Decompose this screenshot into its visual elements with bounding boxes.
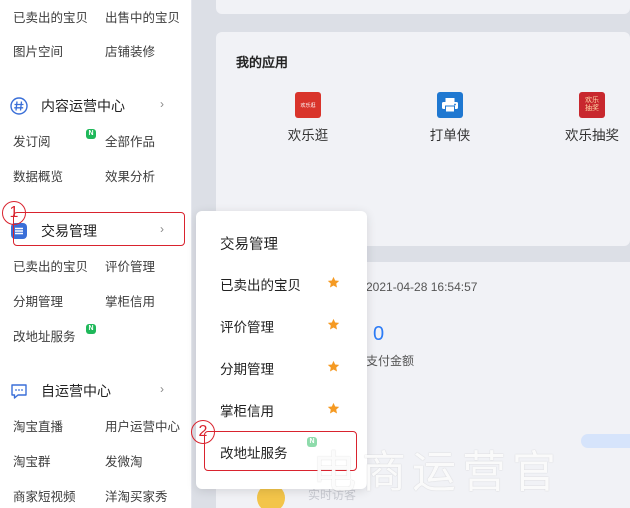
sidebar-link-taobao-group[interactable]: 淘宝群	[13, 451, 51, 470]
popup-item-shop-credit[interactable]: 掌柜信用	[220, 400, 274, 420]
sidebar: 已卖出的宝贝 出售中的宝贝 图片空间 店铺装修 内容运营中心 › 发订阅 N 全…	[0, 0, 192, 508]
chat-icon	[10, 382, 28, 400]
sidebar-link-merchant-short-video[interactable]: 商家短视频	[13, 486, 76, 505]
chevron-right-icon[interactable]: ›	[160, 382, 164, 396]
star-icon[interactable]	[327, 276, 340, 289]
star-icon[interactable]	[327, 402, 340, 415]
payment-amount-value: 0	[373, 323, 385, 345]
sidebar-link-sold-items[interactable]: 已卖出的宝贝	[13, 7, 88, 26]
popup-item-installment-management[interactable]: 分期管理	[220, 358, 274, 378]
sidebar-link-publish-subscription[interactable]: 发订阅	[13, 131, 51, 150]
top-card-edge	[216, 0, 630, 14]
star-icon[interactable]	[327, 318, 340, 331]
sidebar-link-post-weitao[interactable]: 发微淘	[105, 451, 143, 470]
highlight-box-trade-management	[13, 212, 185, 246]
app-happy-lottery[interactable]: 欢乐抽奖 欢乐抽奖	[547, 92, 630, 144]
sidebar-link-items-on-sale[interactable]: 出售中的宝贝	[105, 7, 180, 26]
lottery-icon: 欢乐抽奖	[579, 92, 605, 118]
sidebar-link-review-management[interactable]: 评价管理	[105, 256, 155, 275]
new-badge: N	[86, 129, 96, 139]
sidebar-link-data-overview[interactable]: 数据概览	[13, 166, 63, 185]
happy-shopping-icon: 欢乐逛	[295, 92, 321, 118]
sidebar-link-shop-credit[interactable]: 掌柜信用	[105, 291, 155, 310]
app-label: 打单侠	[429, 128, 471, 143]
popup-item-review-management[interactable]: 评价管理	[220, 316, 274, 336]
app-label: 欢乐抽奖	[565, 128, 619, 143]
sidebar-link-shop-decoration[interactable]: 店铺装修	[105, 41, 155, 60]
sidebar-link-taobao-live[interactable]: 淘宝直播	[13, 416, 63, 435]
popup-title: 交易管理	[220, 237, 278, 253]
sidebar-section-content-center[interactable]: 内容运营中心	[10, 96, 125, 116]
chevron-right-icon[interactable]: ›	[160, 97, 164, 111]
new-badge: N	[86, 324, 96, 334]
printer-icon	[437, 92, 463, 118]
sidebar-link-user-operation-center[interactable]: 用户运营中心	[105, 416, 180, 435]
section-title: 自运营中心	[41, 383, 111, 399]
watermark: 电商运营官	[312, 447, 562, 498]
my-apps-title: 我的应用	[236, 55, 289, 70]
stats-update-time: 2021-04-28 16:54:57	[366, 280, 478, 294]
sidebar-link-image-space[interactable]: 图片空间	[13, 41, 63, 60]
step-number-2: 2	[191, 420, 215, 444]
hash-icon	[10, 97, 28, 115]
star-icon[interactable]	[327, 360, 340, 373]
sidebar-link-trade-sold-items[interactable]: 已卖出的宝贝	[13, 256, 88, 275]
sidebar-link-address-change-service[interactable]: 改地址服务	[13, 326, 76, 345]
sidebar-link-effect-analysis[interactable]: 效果分析	[105, 166, 155, 185]
sidebar-section-self-operation-center[interactable]: 自运营中心	[10, 381, 111, 401]
app-label: 欢乐逛	[287, 128, 329, 143]
sidebar-link-installment-management[interactable]: 分期管理	[13, 291, 63, 310]
sidebar-link-all-works[interactable]: 全部作品	[105, 131, 155, 150]
app-order-printer[interactable]: 打单侠	[405, 92, 495, 144]
step-number-1: 1	[2, 201, 26, 225]
payment-amount-label: 支付金额	[366, 354, 415, 368]
app-happy-shopping[interactable]: 欢乐逛 欢乐逛	[263, 92, 353, 144]
sidebar-link-buyer-show[interactable]: 洋淘买家秀	[105, 486, 168, 505]
section-title: 内容运营中心	[41, 98, 125, 114]
popup-item-sold-items[interactable]: 已卖出的宝贝	[220, 274, 301, 294]
